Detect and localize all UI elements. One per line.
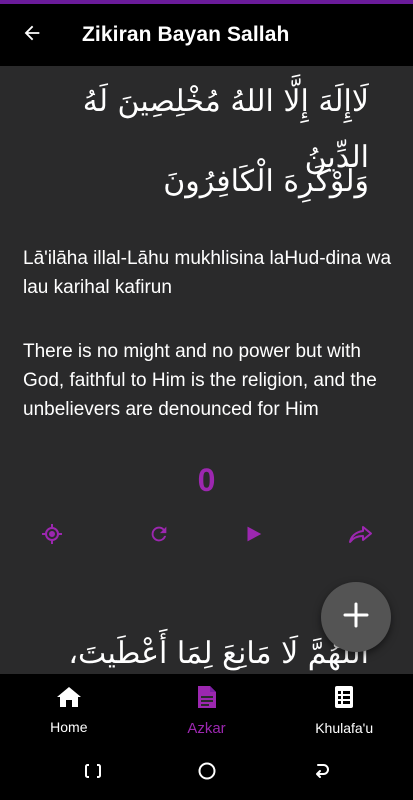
crosshair-icon [40,522,64,551]
arrow-left-icon [21,22,43,49]
share-button[interactable] [343,518,379,554]
nav-item-khulafa[interactable]: Khulafa'u [275,674,413,746]
back-system-icon [311,761,331,786]
nav-label-azkar: Azkar [187,719,226,737]
add-count-fab[interactable] [321,582,391,652]
app-bar: Zikiran Bayan Sallah [0,4,413,66]
zikir-actions [0,518,413,558]
play-button[interactable] [235,518,271,554]
page-title: Zikiran Bayan Sallah [82,23,290,46]
list-icon [333,684,355,715]
arabic-text-line-2: وَلَوْكَرِهَ الْكَافِرُونَ [163,164,369,199]
back-system-button[interactable] [308,760,334,786]
refresh-icon [148,523,170,550]
circle-home-icon [197,761,217,786]
zikir-counter: 0 [197,462,216,498]
recents-icon [83,761,103,786]
nav-label-home: Home [50,719,88,735]
target-button[interactable] [34,518,70,554]
nav-item-azkar[interactable]: Azkar [138,674,276,746]
back-button[interactable] [0,4,64,66]
nav-item-home[interactable]: Home [0,674,138,746]
bottom-navigation: Home Azkar Khulafa'u [0,674,413,746]
recents-button[interactable] [80,760,106,786]
home-system-button[interactable] [194,760,220,786]
share-icon [348,522,374,551]
translation-text: There is no might and no power but with … [23,341,377,420]
nav-label-khulafa: Khulafa'u [315,720,374,736]
reset-button[interactable] [141,518,177,554]
transliteration-text: Lā'ilāha illal-Lāhu mukhlisina laHud-din… [23,248,392,298]
home-icon [56,685,82,714]
plus-icon [342,601,370,634]
document-icon [196,684,218,715]
play-icon [242,523,264,550]
system-navigation-bar [0,746,413,800]
